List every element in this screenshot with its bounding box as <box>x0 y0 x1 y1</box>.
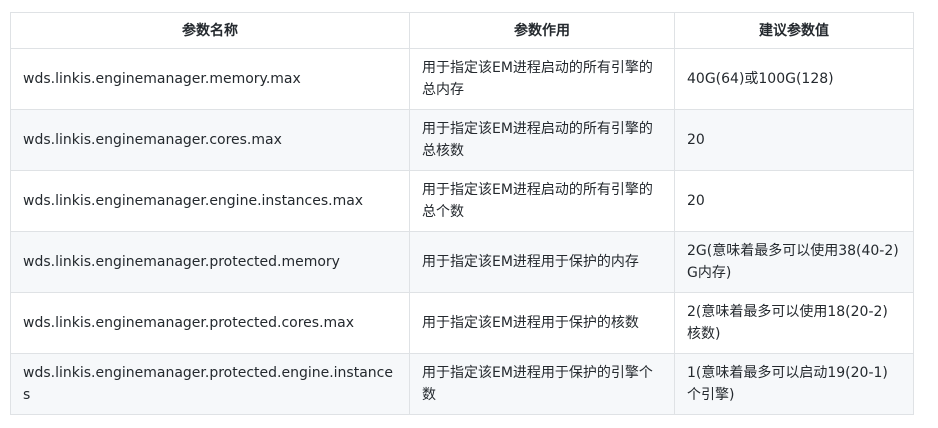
param-name-cell: wds.linkis.enginemanager.memory.max <box>10 48 410 110</box>
table-row: wds.linkis.enginemanager.protected.engin… <box>10 353 914 415</box>
param-name-cell: wds.linkis.enginemanager.protected.engin… <box>10 353 410 415</box>
header-param-purpose: 参数作用 <box>409 12 675 49</box>
parameter-table: 参数名称 参数作用 建议参数值 wds.linkis.enginemanager… <box>10 12 914 415</box>
table-row: wds.linkis.enginemanager.protected.cores… <box>10 292 914 354</box>
table-row: wds.linkis.enginemanager.protected.memor… <box>10 231 914 293</box>
param-purpose-cell: 用于指定该EM进程用于保护的内存 <box>409 231 675 293</box>
param-name-cell: wds.linkis.enginemanager.engine.instance… <box>10 170 410 232</box>
table-row: wds.linkis.enginemanager.memory.max 用于指定… <box>10 48 914 110</box>
param-value-cell: 40G(64)或100G(128) <box>674 48 914 110</box>
param-value-cell: 20 <box>674 170 914 232</box>
param-value-cell: 2G(意味着最多可以使用38(40-2)G内存) <box>674 231 914 293</box>
param-purpose-cell: 用于指定该EM进程启动的所有引擎的总核数 <box>409 109 675 171</box>
header-recommended-value: 建议参数值 <box>674 12 914 49</box>
param-purpose-cell: 用于指定该EM进程启动的所有引擎的总个数 <box>409 170 675 232</box>
table-row: wds.linkis.enginemanager.engine.instance… <box>10 170 914 232</box>
param-value-cell: 2(意味着最多可以使用18(20-2)核数) <box>674 292 914 354</box>
param-name-cell: wds.linkis.enginemanager.protected.memor… <box>10 231 410 293</box>
param-name-cell: wds.linkis.enginemanager.cores.max <box>10 109 410 171</box>
param-purpose-cell: 用于指定该EM进程用于保护的引擎个数 <box>409 353 675 415</box>
param-name-cell: wds.linkis.enginemanager.protected.cores… <box>10 292 410 354</box>
param-purpose-cell: 用于指定该EM进程用于保护的核数 <box>409 292 675 354</box>
header-param-name: 参数名称 <box>10 12 410 49</box>
param-value-cell: 1(意味着最多可以启动19(20-1)个引擎) <box>674 353 914 415</box>
param-value-cell: 20 <box>674 109 914 171</box>
table-header-row: 参数名称 参数作用 建议参数值 <box>10 12 914 49</box>
param-purpose-cell: 用于指定该EM进程启动的所有引擎的总内存 <box>409 48 675 110</box>
table-row: wds.linkis.enginemanager.cores.max 用于指定该… <box>10 109 914 171</box>
parameter-table-container: 参数名称 参数作用 建议参数值 wds.linkis.enginemanager… <box>10 12 914 415</box>
